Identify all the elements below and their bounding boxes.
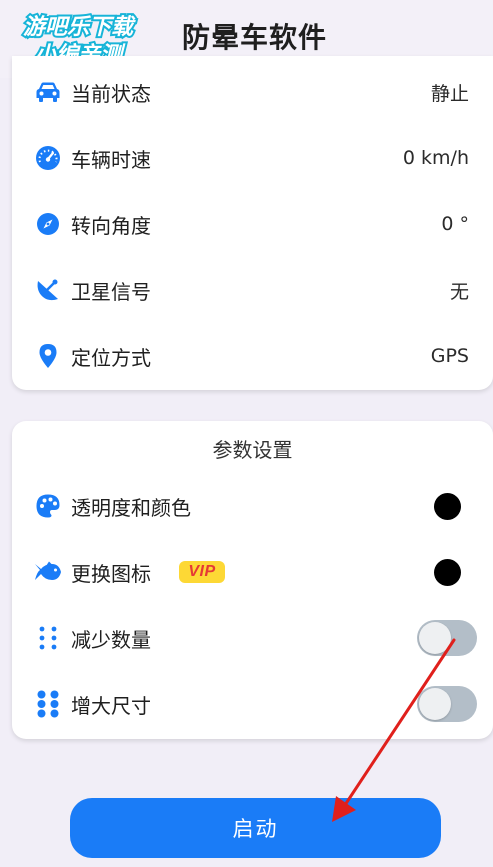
start-button[interactable]: 启动 — [70, 798, 441, 858]
location-pin-icon — [34, 342, 62, 370]
fish-icon — [34, 558, 62, 586]
large-dots-icon — [34, 690, 62, 718]
setting-label: 透明度和颜色 — [71, 495, 191, 520]
toggle-knob — [419, 688, 451, 720]
compass-icon — [34, 210, 62, 238]
status-value: 静止 — [430, 82, 469, 105]
small-dots-icon — [34, 624, 62, 652]
car-icon — [34, 78, 62, 106]
status-label: 车辆时速 — [71, 147, 151, 172]
status-label: 转向角度 — [71, 213, 151, 238]
setting-label: 减少数量 — [71, 627, 151, 652]
reduce-count-toggle[interactable] — [417, 620, 477, 656]
status-value: 0 km/h — [402, 147, 469, 169]
status-row-angle: 转向角度 0 ° — [12, 204, 493, 244]
setting-row-reduce-count[interactable]: 减少数量 — [12, 618, 493, 658]
status-card: 当前状态 静止 车辆时速 0 km/h 转向角度 0 ° 卫星信号 无 定位方式… — [12, 56, 493, 390]
status-row-satellite: 卫星信号 无 — [12, 270, 493, 310]
settings-card: 参数设置 透明度和颜色 更换图标 VIP 减少数量 增大尺寸 — [12, 421, 493, 739]
page-title: 防晕车软件 — [182, 21, 328, 54]
status-row-speed: 车辆时速 0 km/h — [12, 138, 493, 178]
status-row-location: 定位方式 GPS — [12, 336, 493, 376]
status-value: GPS — [430, 345, 469, 367]
color-dot-button[interactable] — [434, 492, 461, 520]
color-dot-button[interactable] — [434, 558, 461, 586]
status-value: 无 — [449, 280, 469, 303]
status-row-state: 当前状态 静止 — [12, 72, 493, 112]
satellite-dish-icon — [34, 276, 62, 304]
status-value: 0 ° — [441, 213, 469, 235]
status-label: 当前状态 — [71, 81, 151, 106]
palette-icon — [34, 492, 62, 520]
speedometer-icon — [34, 144, 62, 172]
toggle-knob — [419, 622, 451, 654]
vip-badge: VIP — [179, 561, 225, 583]
watermark-line1: 游吧乐下载 — [23, 15, 136, 40]
setting-row-opacity-color[interactable]: 透明度和颜色 — [12, 486, 493, 526]
settings-title: 参数设置 — [212, 438, 293, 462]
setting-label: 更换图标 — [71, 561, 151, 586]
setting-row-change-icon[interactable]: 更换图标 VIP — [12, 552, 493, 592]
vip-badge-text: VIP — [188, 563, 216, 580]
setting-label: 增大尺寸 — [71, 693, 151, 718]
status-label: 卫星信号 — [71, 279, 151, 304]
increase-size-toggle[interactable] — [417, 686, 477, 722]
setting-row-increase-size[interactable]: 增大尺寸 — [12, 684, 493, 724]
status-label: 定位方式 — [71, 345, 151, 370]
